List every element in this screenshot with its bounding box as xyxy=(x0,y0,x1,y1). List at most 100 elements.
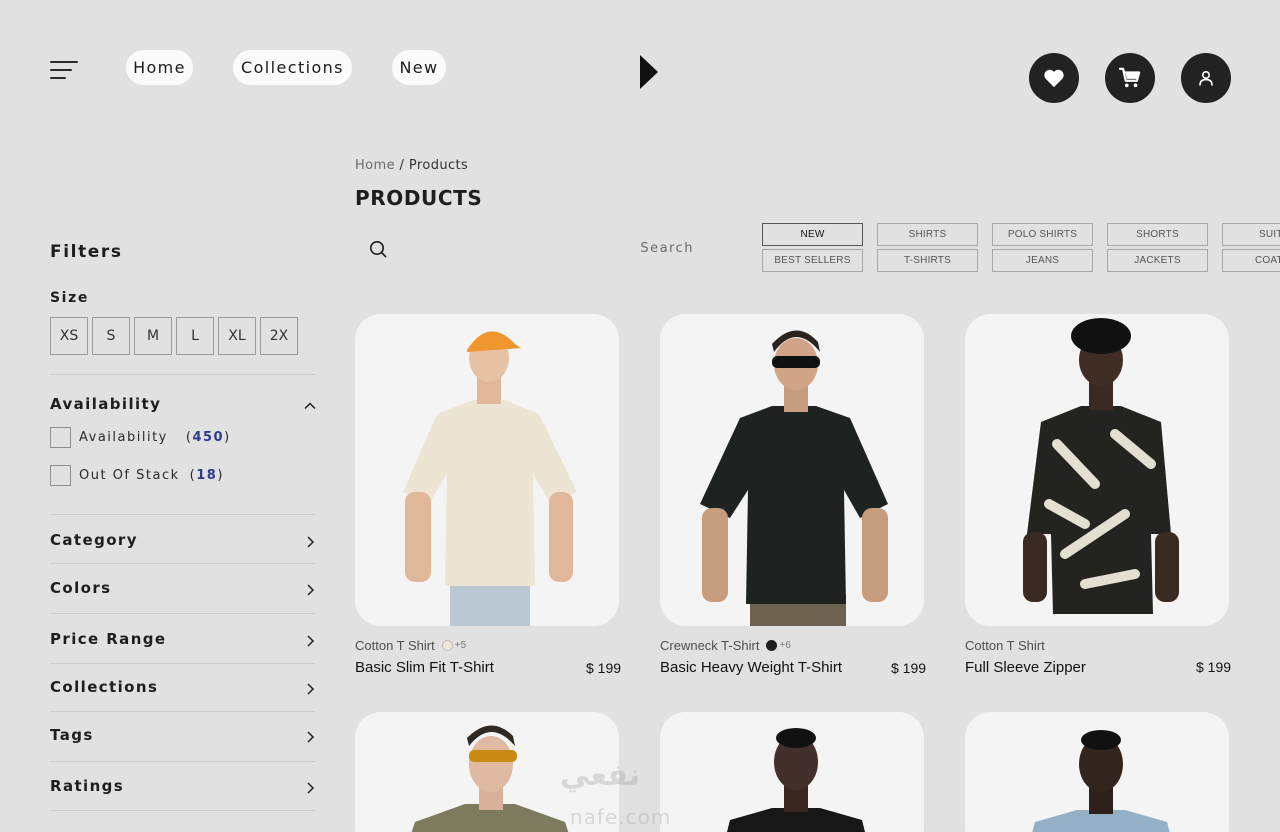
product-type: Crewneck T-Shirt xyxy=(660,638,760,653)
count-close-paren: ) xyxy=(224,430,231,445)
watermark-latin: nafe.com xyxy=(570,805,672,829)
count-badge: 18 xyxy=(196,468,218,483)
nav-home[interactable]: Home xyxy=(126,50,193,85)
more-colors: +6 xyxy=(779,640,791,651)
count-close-paren: ) xyxy=(217,468,224,483)
nav-collections[interactable]: Collections xyxy=(233,50,352,85)
search-input[interactable] xyxy=(400,236,700,260)
category-shirts[interactable]: SHIRTS xyxy=(877,223,978,246)
search-icon[interactable] xyxy=(368,239,388,259)
divider xyxy=(50,514,315,515)
chevron-right-icon xyxy=(307,584,315,596)
category-jackets[interactable]: JACKETS xyxy=(1107,249,1208,272)
watermark: نفعي xyxy=(560,758,641,793)
size-option-s[interactable]: S xyxy=(92,317,130,355)
breadcrumb-current: Products xyxy=(408,158,469,173)
cart-button[interactable] xyxy=(1105,53,1155,103)
product-name[interactable]: Full Sleeve Zipper xyxy=(965,659,1086,676)
product-image[interactable] xyxy=(965,712,1229,832)
size-options: XS S M L XL 2X xyxy=(50,317,298,355)
category-best-sellers[interactable]: BEST SELLERS xyxy=(762,249,863,272)
option-label: Out Of Stack xyxy=(79,468,180,483)
divider xyxy=(50,613,315,614)
size-option-l[interactable]: L xyxy=(176,317,214,355)
product-photo xyxy=(355,314,619,626)
divider xyxy=(50,374,315,375)
filter-label: Category xyxy=(50,531,138,549)
user-icon xyxy=(1199,70,1213,86)
category-suit[interactable]: SUIT xyxy=(1222,223,1280,246)
divider xyxy=(50,761,315,762)
product-price: $ 199 xyxy=(891,660,927,676)
checkbox[interactable] xyxy=(50,465,71,486)
product-image[interactable] xyxy=(355,314,619,626)
chevron-right-icon xyxy=(307,683,315,695)
category-new[interactable]: NEW xyxy=(762,223,863,246)
chevron-right-icon xyxy=(307,782,315,794)
product-photo xyxy=(660,314,924,626)
product-photo xyxy=(965,712,1229,832)
count-open-paren: ( xyxy=(185,430,193,445)
color-swatch[interactable] xyxy=(441,640,453,651)
breadcrumb-separator: / xyxy=(399,158,405,173)
filter-label: Tags xyxy=(50,726,94,744)
chevron-up-icon xyxy=(304,402,316,410)
checkbox[interactable] xyxy=(50,427,71,448)
menu-icon[interactable] xyxy=(50,58,80,82)
breadcrumb-home[interactable]: Home xyxy=(355,158,395,173)
product-name[interactable]: Basic Heavy Weight T-Shirt xyxy=(660,659,842,676)
logo-icon[interactable] xyxy=(640,55,658,89)
product-photo xyxy=(965,314,1229,626)
filter-price-range[interactable]: Price Range xyxy=(50,630,318,654)
chevron-right-icon xyxy=(307,731,315,743)
heart-icon xyxy=(1044,69,1064,88)
product-type: Cotton T Shirt xyxy=(355,638,435,653)
wishlist-button[interactable] xyxy=(1029,53,1079,103)
more-colors: +5 xyxy=(454,640,467,651)
color-swatch[interactable] xyxy=(766,640,778,651)
page-title: PRODUCTS xyxy=(355,186,483,210)
product-image[interactable] xyxy=(660,314,924,626)
size-option-xl[interactable]: XL xyxy=(218,317,256,355)
filter-colors[interactable]: Colors xyxy=(50,579,318,603)
category-coat[interactable]: COAT xyxy=(1222,249,1280,272)
count-badge: 450 xyxy=(192,430,225,445)
category-polo-shirts[interactable]: POLO SHIRTS xyxy=(992,223,1093,246)
divider xyxy=(50,810,315,811)
availability-title: Availability xyxy=(50,395,162,413)
size-option-xs[interactable]: XS xyxy=(50,317,88,355)
filter-label: Colors xyxy=(50,579,112,597)
breadcrumb: Home / Products xyxy=(355,158,468,173)
product-name[interactable]: Basic Slim Fit T-Shirt xyxy=(355,659,494,676)
product-photo xyxy=(660,712,924,832)
filters-title: Filters xyxy=(50,242,123,262)
category-t-shirts[interactable]: T-SHIRTS xyxy=(877,249,978,272)
availability-option-in-stock[interactable]: Availability (450) xyxy=(50,427,231,448)
filter-tags[interactable]: Tags xyxy=(50,726,318,750)
category-jeans[interactable]: JEANS xyxy=(992,249,1093,272)
chevron-right-icon xyxy=(307,635,315,647)
product-subtitle: Crewneck T-Shirt +6 xyxy=(660,638,791,653)
availability-option-out-of-stock[interactable]: Out Of Stack (18) xyxy=(50,465,224,486)
product-image[interactable] xyxy=(660,712,924,832)
category-shorts[interactable]: SHORTS xyxy=(1107,223,1208,246)
account-button[interactable] xyxy=(1181,53,1231,103)
product-subtitle: Cotton T Shirt +5 xyxy=(355,638,466,653)
chevron-right-icon xyxy=(307,536,315,548)
size-title: Size xyxy=(50,290,89,306)
divider xyxy=(50,711,315,712)
option-label: Availability xyxy=(79,430,168,445)
filter-collections[interactable]: Collections xyxy=(50,678,318,702)
filter-category[interactable]: Category xyxy=(50,531,318,555)
size-option-m[interactable]: M xyxy=(134,317,172,355)
cart-icon xyxy=(1119,67,1141,88)
availability-header[interactable]: Availability xyxy=(50,395,318,419)
product-type: Cotton T Shirt xyxy=(965,638,1045,653)
filter-ratings[interactable]: Ratings xyxy=(50,777,318,801)
filter-label: Price Range xyxy=(50,630,167,648)
product-subtitle: Cotton T Shirt xyxy=(965,638,1045,653)
count-open-paren: ( xyxy=(189,468,197,483)
product-image[interactable] xyxy=(965,314,1229,626)
size-option-2x[interactable]: 2X xyxy=(260,317,298,355)
nav-new[interactable]: New xyxy=(392,50,446,85)
